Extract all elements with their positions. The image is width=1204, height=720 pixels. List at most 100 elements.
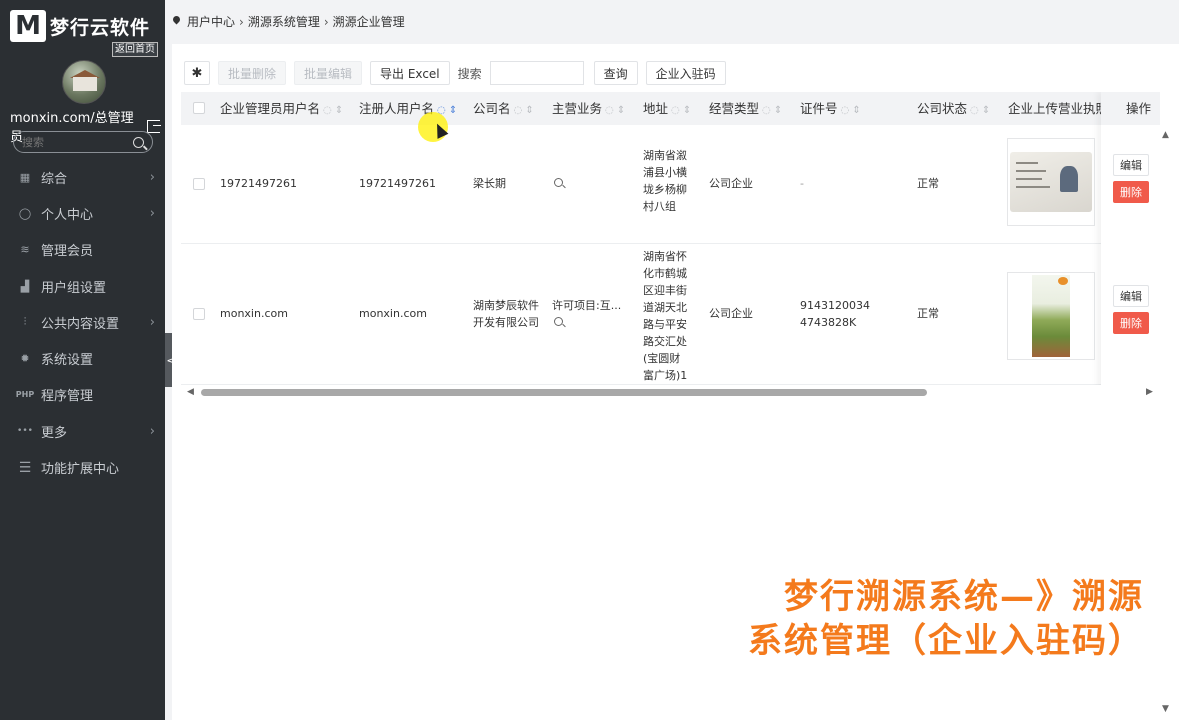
logo-mark-icon: M (10, 10, 46, 42)
sidebar-menu: ▦ 综合 › ◯ 个人中心 › ≋ 管理会员 ▟ 用户组设置 ⫶ 公共内容设置 … (0, 159, 165, 486)
column-header-address[interactable]: 地址 ◌ ⇕ (643, 92, 691, 125)
delete-button[interactable]: 删除 (1113, 181, 1149, 203)
sort-icon[interactable]: ◌ ⇕ (323, 105, 343, 116)
sidebar-item-label: 用户组设置 (41, 280, 107, 296)
row-checkbox[interactable] (193, 308, 205, 320)
location-pin-icon (172, 16, 181, 27)
sort-icon[interactable]: ◌ ⇕ (605, 105, 625, 116)
row-checkbox[interactable] (193, 178, 205, 190)
scroll-up-icon[interactable]: ▲ (1162, 130, 1169, 140)
sidebar-item-system-settings[interactable]: ✹ 系统设置 (0, 340, 165, 376)
sort-icon[interactable]: ◌ ⇕ (671, 105, 691, 116)
back-home-link[interactable]: 返回首页 (112, 42, 158, 57)
sidebar: M 梦行云软件 返回首页 monxin.com/总管理员 ▦ 综合 › ◯ 个人… (0, 0, 165, 720)
group-icon: ▟ (20, 279, 30, 293)
cell-status: 正常 (917, 307, 939, 320)
id-card-image (1010, 152, 1092, 212)
table-row[interactable]: 19721497261 19721497261 梁长期 湖南省溆浦县小横垅乡杨柳… (181, 125, 1160, 244)
export-excel-button[interactable]: 导出 Excel (370, 61, 450, 85)
query-button[interactable]: 查询 (593, 61, 638, 85)
chevron-right-icon: › (149, 314, 155, 330)
chevron-right-icon: › (149, 205, 155, 221)
search-icon[interactable] (133, 136, 144, 148)
avatar[interactable] (62, 60, 106, 104)
more-icon: ••• (17, 426, 33, 437)
cell-business-text: 许可项目:互... (552, 299, 622, 312)
column-header-business[interactable]: 主营业务 ◌ ⇕ (552, 92, 625, 125)
column-header-admin-user[interactable]: 企业管理员用户名 ◌ ⇕ (220, 92, 343, 125)
sidebar-item-label: 个人中心 (41, 207, 94, 223)
grid-icon: ▦ (19, 170, 31, 184)
select-all-checkbox[interactable] (193, 102, 205, 114)
sidebar-item-label: 管理会员 (41, 244, 94, 260)
scroll-left-icon[interactable]: ◀ (187, 387, 194, 397)
cell-cert-no: - (800, 177, 804, 190)
sidebar-item-label: 系统设置 (41, 353, 94, 369)
edit-button[interactable]: 编辑 (1113, 154, 1149, 176)
gear-icon: ✹ (20, 352, 30, 366)
horizontal-scroll-thumb[interactable] (201, 389, 927, 396)
cell-admin-user: monxin.com (220, 307, 288, 320)
zoom-in-icon[interactable] (554, 317, 563, 326)
sort-icon[interactable]: ◌ ⇕ (970, 105, 990, 116)
sidebar-item-general[interactable]: ▦ 综合 › (0, 159, 165, 195)
column-header-label: 证件号 (800, 101, 838, 116)
poster-image (1032, 275, 1070, 357)
brand-name: 梦行云软件 (50, 16, 151, 39)
sidebar-item-label: 公共内容设置 (41, 316, 120, 332)
toolbar: ✱ 批量删除 批量编辑 导出 Excel 搜索 查询 企业入驻码 (184, 61, 734, 85)
sidebar-item-label: 更多 (41, 425, 68, 441)
license-thumbnail[interactable] (1007, 138, 1095, 226)
user-icon: ◯ (18, 206, 32, 220)
sort-icon[interactable]: ◌ ⇕ (841, 105, 861, 116)
table-row[interactable]: monxin.com monxin.com 湖南梦辰软件开发有限公司 许可项目:… (181, 244, 1160, 399)
column-header-cert-no[interactable]: 证件号 ◌ ⇕ (800, 92, 861, 125)
column-header-license[interactable]: 企业上传营业执照, (1008, 92, 1112, 125)
license-thumbnail[interactable] (1007, 272, 1095, 360)
batch-edit-button[interactable]: 批量编辑 (294, 61, 363, 85)
batch-delete-button[interactable]: 批量删除 (218, 61, 287, 85)
logout-icon[interactable] (147, 119, 161, 133)
cell-biz-type: 公司企业 (709, 307, 753, 320)
sidebar-item-more[interactable]: ••• 更多 › (0, 413, 165, 449)
column-header-biz-type[interactable]: 经营类型 ◌ ⇕ (709, 92, 782, 125)
breadcrumb-item-trace-system[interactable]: 溯源系统管理 (248, 13, 320, 30)
breadcrumb-separator: › (323, 14, 329, 29)
enterprise-code-button[interactable]: 企业入驻码 (645, 61, 726, 85)
scroll-right-icon[interactable]: ▶ (1146, 387, 1153, 397)
brand-logo[interactable]: M 梦行云软件 (10, 10, 150, 42)
avatar-house (73, 77, 97, 91)
caption-line-2: 系统管理（企业入驻码） (748, 621, 1144, 661)
sidebar-item-public-content[interactable]: ⫶ 公共内容设置 › (0, 304, 165, 340)
column-settings-gear-icon[interactable]: ✱ (184, 61, 210, 85)
cell-address: 湖南省怀化市鹤城区迎丰街道湖天北路与平安路交汇处(宝圆财富广场)1栋2404室 (643, 250, 688, 399)
sidebar-item-user-groups[interactable]: ▟ 用户组设置 (0, 268, 165, 304)
delete-button[interactable]: 删除 (1113, 312, 1149, 334)
cell-biz-type: 公司企业 (709, 177, 753, 190)
search-input[interactable] (489, 61, 584, 85)
sidebar-item-members[interactable]: ≋ 管理会员 (0, 232, 165, 268)
column-header-label: 主营业务 (552, 101, 603, 116)
sidebar-item-label: 综合 (41, 171, 68, 187)
cell-cert-no: 91431200344743828K (800, 299, 870, 329)
chevron-right-icon: › (149, 423, 155, 439)
sidebar-item-extensions[interactable]: ☰ 功能扩展中心 (0, 449, 165, 485)
enterprise-table: 企业管理员用户名 ◌ ⇕ 注册人用户名 ◌ ⇕ 公司名 ◌ ⇕ 主营业务 ◌ ⇕ 地址 ◌… (181, 92, 1160, 402)
sidebar-search-input[interactable] (22, 135, 122, 149)
breadcrumb-item-user-center[interactable]: 用户中心 (187, 13, 235, 30)
sidebar-item-personal-center[interactable]: ◯ 个人中心 › (0, 195, 165, 231)
sidebar-item-label: 功能扩展中心 (41, 462, 120, 478)
sort-icon[interactable]: ◌ ⇕ (514, 105, 534, 116)
edit-button[interactable]: 编辑 (1113, 285, 1149, 307)
sidebar-item-programs[interactable]: PHP 程序管理 (0, 377, 165, 413)
caption-line-1: 梦行溯源系统—》溯源 (784, 577, 1144, 617)
column-header-status[interactable]: 公司状态 ◌ ⇕ (917, 92, 990, 125)
zoom-in-icon[interactable] (554, 178, 563, 187)
sort-icon[interactable]: ◌ ⇕ (762, 105, 782, 116)
column-header-company[interactable]: 公司名 ◌ ⇕ (473, 92, 534, 125)
action-column: 操作 编辑 删除 编辑 删除 (1101, 92, 1160, 392)
chevron-right-icon: › (149, 169, 155, 185)
video-caption: 梦行溯源系统—》溯源 系统管理（企业入驻码） (664, 575, 1144, 663)
horizontal-scrollbar[interactable]: ◀ ▶ (181, 385, 1160, 399)
scroll-down-icon[interactable]: ▼ (1162, 704, 1169, 714)
